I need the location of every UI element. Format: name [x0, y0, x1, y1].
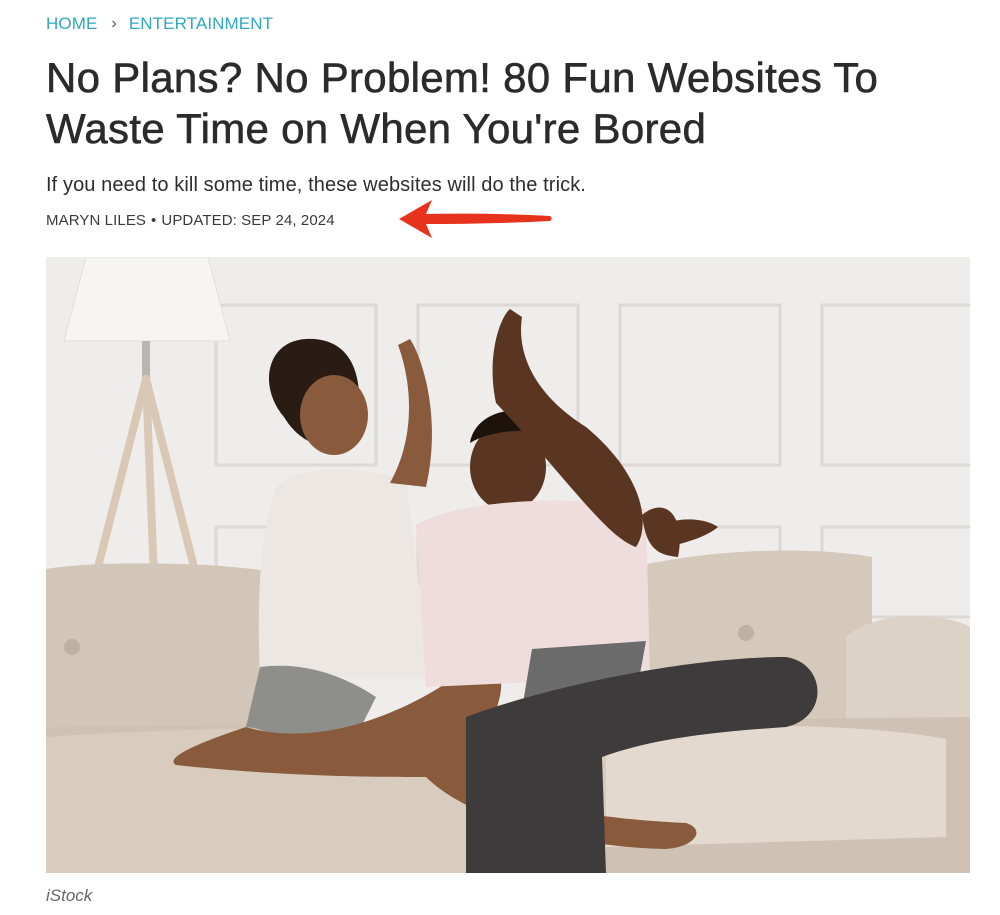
byline-separator: •	[151, 212, 157, 229]
chevron-right-icon: ›	[111, 15, 117, 32]
breadcrumb-home-link[interactable]: HOME	[46, 14, 97, 34]
article-dek: If you need to kill some time, these web…	[46, 174, 586, 196]
hero-image	[46, 257, 970, 873]
breadcrumb-section-link[interactable]: ENTERTAINMENT	[129, 14, 273, 34]
byline: MARYN LILES • UPDATED: SEP 24, 2024	[46, 212, 335, 229]
page-title: No Plans? No Problem! 80 Fun Websites To…	[46, 54, 879, 153]
breadcrumb: HOME › ENTERTAINMENT	[46, 14, 273, 34]
image-credit: iStock	[46, 886, 93, 905]
red-arrow-icon	[399, 200, 552, 238]
photo-couple-high-five-icon	[46, 257, 970, 873]
updated-date: UPDATED: SEP 24, 2024	[161, 212, 335, 229]
author-name[interactable]: MARYN LILES	[46, 212, 146, 229]
